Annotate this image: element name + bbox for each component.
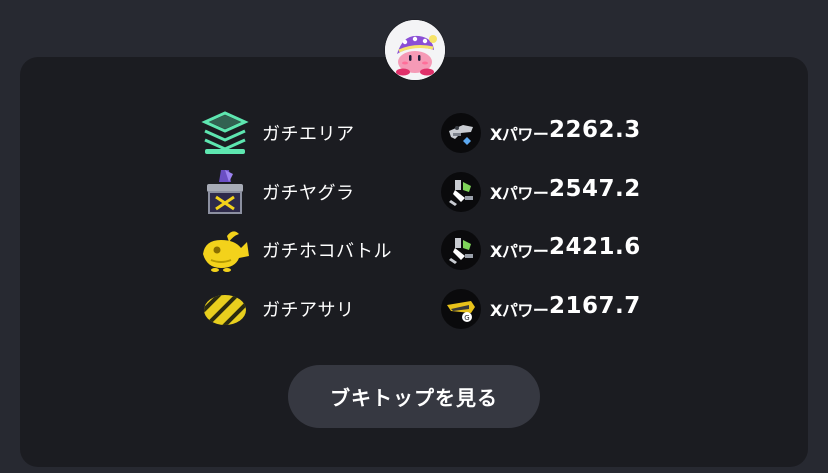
weapon-icon-2[interactable] <box>441 172 481 212</box>
xpower-label: Xパワー <box>490 301 549 320</box>
xpower-label: Xパワー <box>490 242 549 261</box>
weapon-icon-1[interactable] <box>441 113 481 153</box>
mode-row-splat-zones: ガチエリア Xパワー 2262.3 <box>0 109 828 157</box>
xpower-value: 2421.6 <box>549 234 641 260</box>
xpower-value: 2547.2 <box>549 176 641 202</box>
xpower-value: 2167.7 <box>549 293 641 319</box>
mode-row-rainmaker: ガチホコバトル Xパワー 2421.6 <box>0 226 828 274</box>
splat-zones-icon <box>199 109 251 157</box>
mode-label: ガチヤグラ <box>262 183 355 204</box>
weapon-icon-3[interactable] <box>441 230 481 270</box>
mode-label: ガチアサリ <box>262 300 355 321</box>
kirby-avatar-icon <box>385 20 445 80</box>
avatar[interactable] <box>385 20 445 80</box>
xpower-label: Xパワー <box>490 125 549 144</box>
mode-label: ガチエリア <box>262 124 355 145</box>
mode-row-tower-control: ガチヤグラ Xパワー 2547.2 <box>0 168 828 216</box>
clam-blitz-icon <box>199 285 251 333</box>
tower-control-icon <box>199 168 251 216</box>
mode-row-clam-blitz: ガチアサリ G Xパワー 2167.7 <box>0 285 828 333</box>
mode-label: ガチホコバトル <box>262 241 393 262</box>
view-weapon-top-button[interactable]: ブキトップを見る <box>288 365 540 428</box>
weapon-icon-4[interactable]: G <box>441 289 481 329</box>
rainmaker-icon <box>199 226 251 274</box>
xpower-label: Xパワー <box>490 184 549 203</box>
xpower-value: 2262.3 <box>549 117 641 143</box>
svg-text:G: G <box>464 314 469 322</box>
